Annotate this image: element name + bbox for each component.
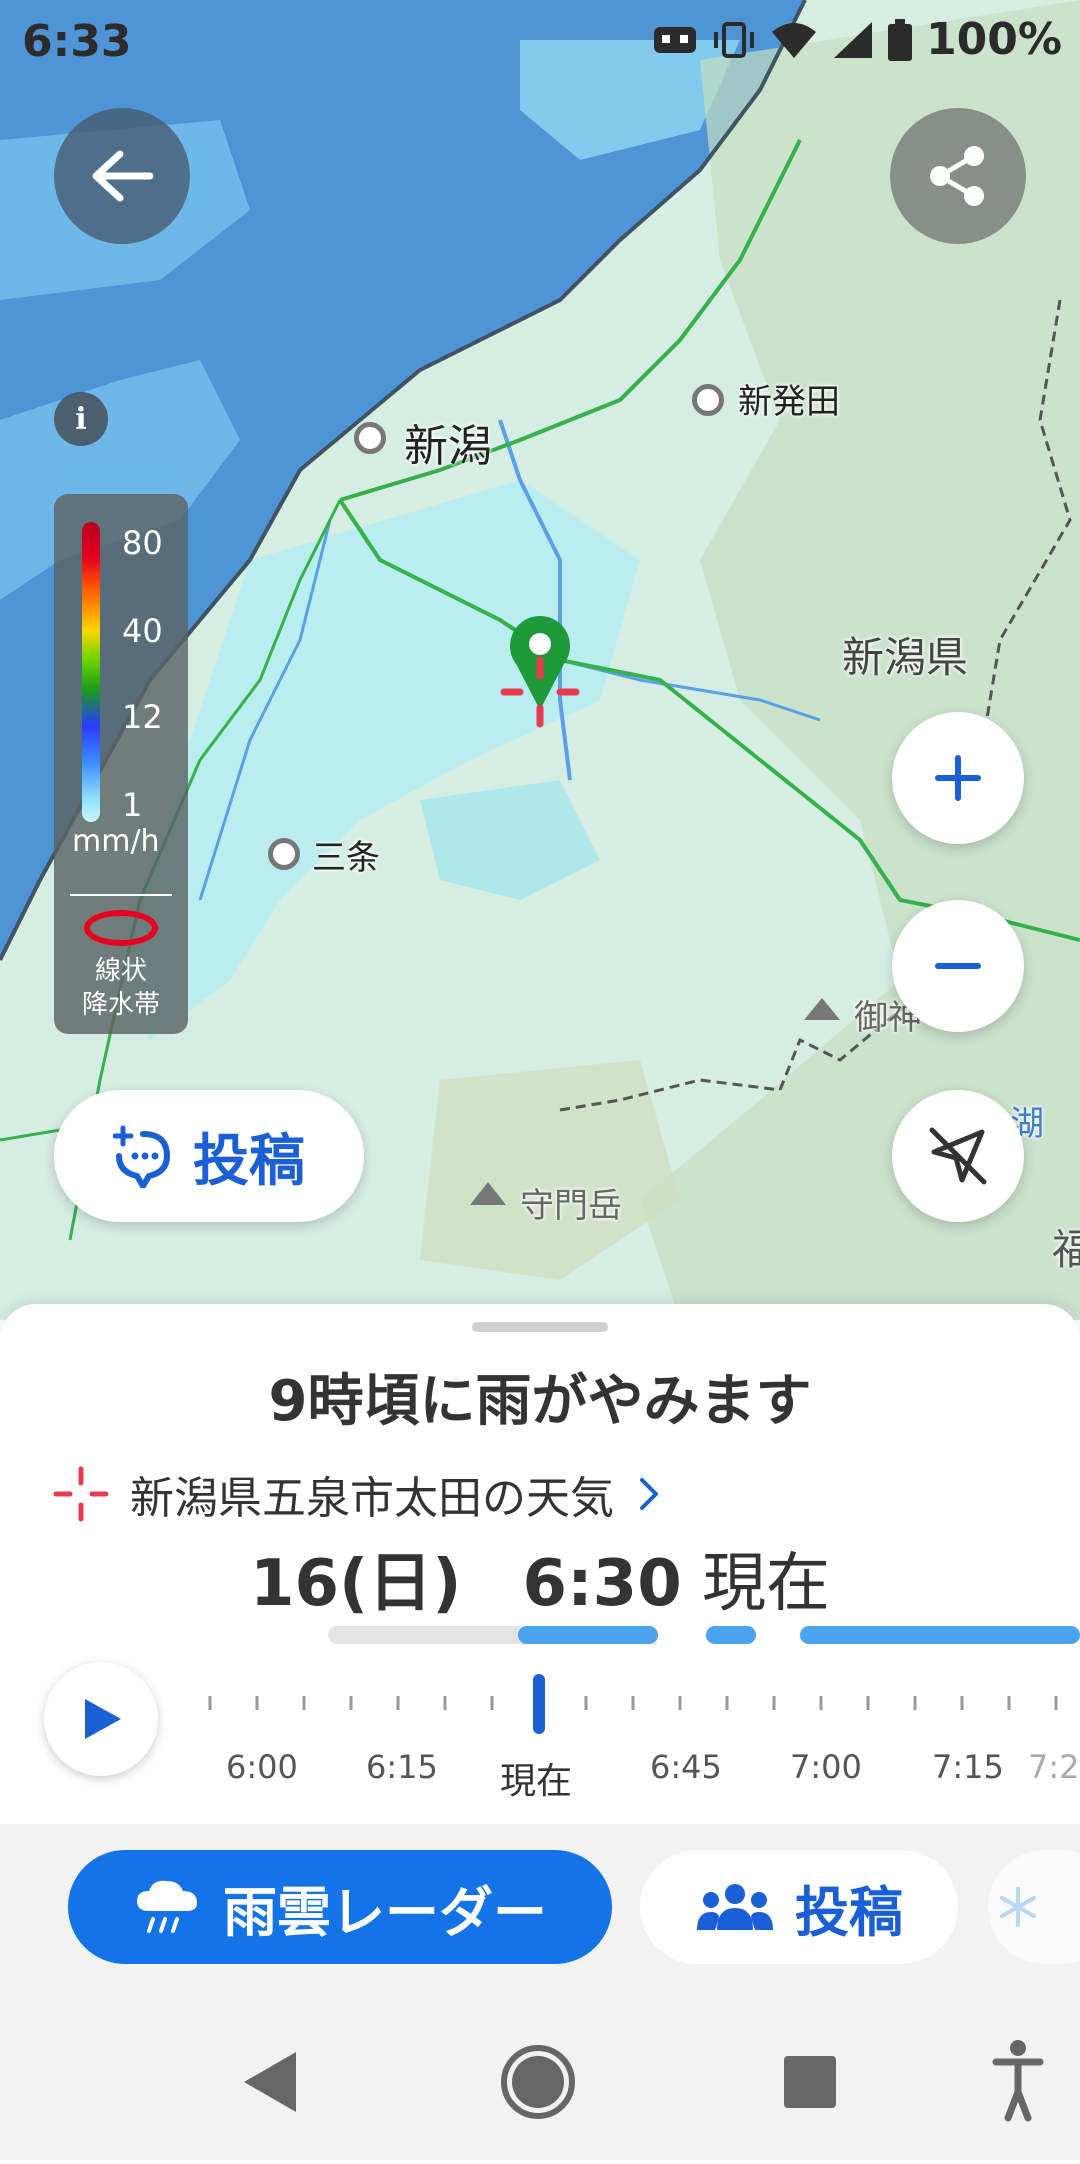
timeline-cursor[interactable] xyxy=(533,1674,545,1734)
info-button[interactable]: i xyxy=(54,392,108,446)
linear-band-label-line1: 線状 xyxy=(94,956,147,986)
zoom-out-button[interactable] xyxy=(892,900,1024,1032)
snowflake-icon xyxy=(1000,1887,1036,1927)
tab-snow[interactable] xyxy=(988,1850,1080,1964)
date-label: 16(日) xyxy=(249,1547,462,1621)
people-icon xyxy=(697,1884,773,1930)
legend-unit: mm/h xyxy=(72,824,160,859)
time-slider[interactable]: 6:00 6:15 現在 6:45 7:00 7:15 7:2 xyxy=(190,1624,1080,1824)
shibata-dot xyxy=(692,384,724,416)
crosshair-icon xyxy=(53,1466,109,1522)
weather-bottom-sheet: 9時頃に雨がやみます 新潟県五泉市太田の天気 16(日) 6:30 現在 6:0… xyxy=(0,1304,1080,1824)
notification-icon xyxy=(654,26,697,53)
tab-posts-label: 投稿 xyxy=(795,1880,903,1944)
place-sanjo: 三条 xyxy=(312,838,380,878)
legend-value-80: 80 xyxy=(122,524,163,562)
place-fukushima: 福 xyxy=(1052,1225,1080,1274)
linear-band-label-line2: 降水帯 xyxy=(81,990,160,1020)
tab-rain-radar-label: 雨雲レーダー xyxy=(223,1880,547,1944)
tab-posts[interactable]: 投稿 xyxy=(640,1850,958,1964)
system-navigation-bar xyxy=(0,1996,1080,2160)
signal-icon xyxy=(834,21,873,58)
nav-buttons xyxy=(244,2040,1044,2122)
timeline-label-now: 現在 xyxy=(500,1761,573,1802)
back-button[interactable] xyxy=(54,108,190,244)
sheet-drag-handle[interactable] xyxy=(472,1322,608,1332)
legend-value-1: 1 xyxy=(122,786,143,824)
tab-rain-radar[interactable]: 雨雲レーダー xyxy=(68,1850,612,1964)
location-link[interactable]: 新潟県五泉市太田の天気 xyxy=(52,1462,664,1526)
legend-value-40: 40 xyxy=(122,612,163,650)
accessibility-icon[interactable] xyxy=(992,2040,1044,2122)
play-button[interactable] xyxy=(44,1662,158,1776)
legend-color-scale xyxy=(82,522,100,822)
minus-icon xyxy=(935,963,981,969)
legend-value-12: 12 xyxy=(122,698,163,736)
place-niigata-prefecture: 新潟県 xyxy=(842,633,969,682)
nav-recents-icon[interactable] xyxy=(784,2056,836,2108)
time-label: 6:30 xyxy=(522,1547,682,1621)
share-button[interactable] xyxy=(890,108,1026,244)
timeline-label-645: 6:45 xyxy=(650,1748,722,1786)
chat-plus-icon xyxy=(113,1125,171,1188)
post-button-label: 投稿 xyxy=(193,1128,305,1194)
post-report-button[interactable]: 投稿 xyxy=(54,1090,364,1222)
current-datetime: 16(日) 6:30 現在 xyxy=(0,1532,1080,1624)
share-icon xyxy=(930,146,984,206)
chevron-right-icon xyxy=(640,1478,658,1510)
precipitation-legend: 80 40 12 1 mm/h 線状 降水帯 xyxy=(54,494,188,1034)
current-suffix: 現在 xyxy=(702,1547,831,1621)
plus-icon xyxy=(935,755,981,801)
location-off-icon xyxy=(929,1127,987,1185)
back-arrow-icon xyxy=(92,150,154,202)
feature-tabs: 雨雲レーダー 投稿 xyxy=(0,1824,1080,1996)
rain-forecast-headline: 9時頃に雨がやみます xyxy=(268,1369,812,1434)
place-niigata: 新潟 xyxy=(404,421,492,472)
place-mount-sumon: 守門岳 xyxy=(520,1186,622,1226)
timeline-label-615: 6:15 xyxy=(366,1748,438,1786)
linear-band-label: 線状 降水帯 xyxy=(54,954,188,1022)
location-name: 新潟県五泉市太田の天気 xyxy=(130,1473,614,1524)
place-shibata: 新発田 xyxy=(738,382,840,422)
timeline-label-700: 7:00 xyxy=(790,1748,862,1786)
timeline-label-715: 7:15 xyxy=(932,1748,1004,1786)
sanjo-dot xyxy=(268,838,300,870)
timeline-track xyxy=(208,1626,1080,1734)
battery-icon xyxy=(888,18,913,61)
vibrate-icon xyxy=(714,21,755,58)
linear-band-icon xyxy=(84,910,158,946)
wifi-icon xyxy=(772,22,817,58)
status-bar: 6:33 100% xyxy=(0,0,1080,86)
status-icons: 100% xyxy=(652,14,1062,65)
niigata-dot xyxy=(354,422,386,454)
location-tracking-button[interactable] xyxy=(892,1090,1024,1222)
rain-cloud-icon xyxy=(137,1880,197,1933)
nav-back-icon[interactable] xyxy=(244,2052,296,2112)
legend-divider xyxy=(70,894,172,896)
timeline-label-72x: 7:2 xyxy=(1028,1748,1080,1786)
timeline-label-600: 6:00 xyxy=(226,1748,298,1786)
zoom-in-button[interactable] xyxy=(892,712,1024,844)
play-icon xyxy=(85,1699,121,1739)
status-time: 6:33 xyxy=(22,16,132,67)
battery-percent: 100% xyxy=(926,14,1062,65)
